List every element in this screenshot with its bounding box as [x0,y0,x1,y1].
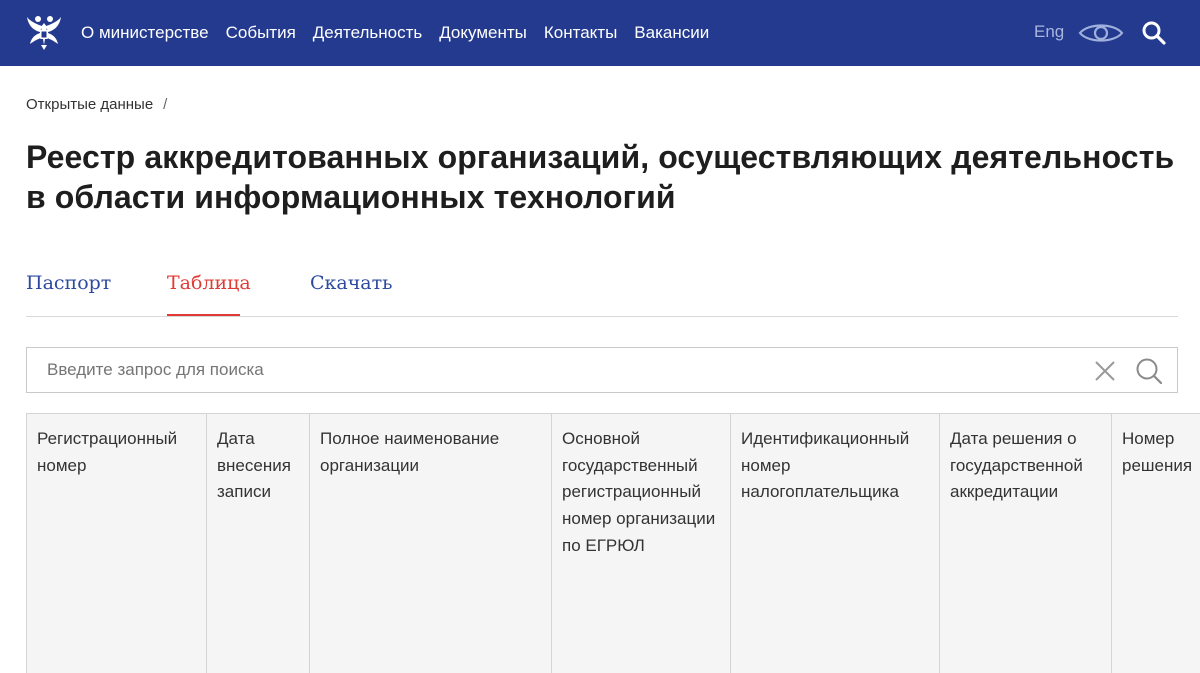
table-header-row: Регистрационный номер Дата внесения запи… [26,414,1200,673]
search-icon[interactable] [1135,357,1163,385]
coat-of-arms-icon[interactable] [24,12,64,52]
nav-vacancies[interactable]: Вакансии [634,23,709,43]
breadcrumb-open-data[interactable]: Открытые данные [26,96,153,113]
close-icon[interactable] [1094,360,1116,382]
breadcrumb-separator: / [163,96,168,113]
column-header-record-date[interactable]: Дата внесения записи [206,414,309,673]
eye-icon[interactable] [1078,19,1124,47]
search-icon[interactable] [1141,20,1167,46]
tab-table[interactable]: Таблица [167,272,251,294]
tab-passport[interactable]: Паспорт [26,272,111,294]
column-header-ogrn[interactable]: Основной государственный регистрационный… [551,414,730,673]
nav-activity[interactable]: Деятельность [313,23,422,43]
column-header-accreditation-date[interactable]: Дата решения о государственной аккредита… [939,414,1111,673]
column-header-inn[interactable]: Идентификационный номер налогоплательщик… [730,414,939,673]
tab-bar: Паспорт Таблица Скачать [26,270,1178,317]
page-title: Реестр аккредитованных организаций, осущ… [26,139,1175,215]
column-header-decision-number[interactable]: Номер решения [1111,414,1200,673]
search-box [26,347,1178,393]
data-table[interactable]: Регистрационный номер Дата внесения запи… [26,413,1200,673]
column-header-full-name[interactable]: Полное наименование организации [309,414,551,673]
nav-about-ministry[interactable]: О министерстве [81,23,209,43]
active-tab-indicator [167,314,240,316]
search-input[interactable] [47,348,1047,392]
nav-documents[interactable]: Документы [439,23,527,43]
tab-download[interactable]: Скачать [310,272,393,294]
main-nav: О министерстве События Деятельность Доку… [81,0,726,66]
nav-contacts[interactable]: Контакты [544,23,617,43]
language-switch[interactable]: Eng [1034,22,1064,42]
breadcrumb: Открытые данные / [26,96,167,113]
top-navigation-bar: О министерстве События Деятельность Доку… [0,0,1200,66]
nav-events[interactable]: События [226,23,296,43]
column-header-registration-number[interactable]: Регистрационный номер [26,414,206,673]
